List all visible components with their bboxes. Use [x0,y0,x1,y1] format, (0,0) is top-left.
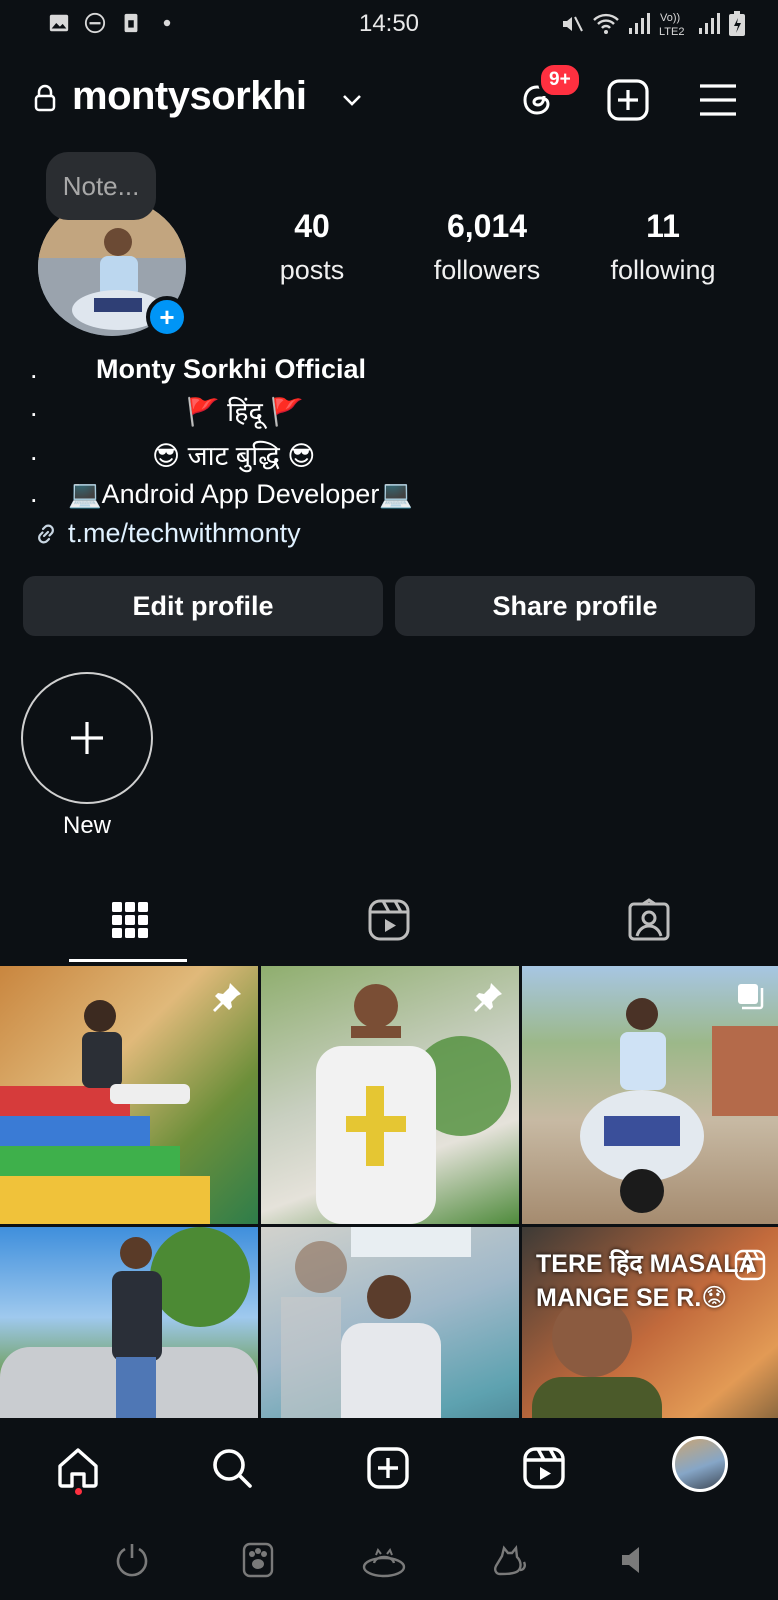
add-square-icon [607,79,649,121]
post-tile[interactable] [0,966,258,1224]
edit-profile-button[interactable]: Edit profile [23,576,383,636]
plus-icon [71,722,103,754]
new-highlight-label: New [62,812,111,839]
status-bar: 14:50 Vo)) LTE2 [0,0,778,48]
mute-icon [563,16,583,32]
stat-value: 6,014 [446,208,528,244]
reel-icon [734,1249,766,1281]
link-icon [38,524,54,543]
bio-line: . 😎 जाट बुद्धि 😎 [0,436,778,476]
notification-dot [75,1488,82,1495]
cat-button[interactable] [488,1538,532,1582]
bio-line: . 💻Android App Developer💻 [0,478,778,518]
tab-posts-grid[interactable] [0,878,259,962]
post-tile[interactable] [522,966,778,1224]
add-square-icon [367,1447,409,1489]
menu-button[interactable] [694,76,742,124]
nav-create[interactable] [364,1444,412,1492]
create-post-button[interactable] [604,76,652,124]
profile-tabs [0,878,778,964]
bio-link[interactable]: t.me/techwithmonty [32,518,301,549]
note-bubble[interactable]: Note... [46,152,156,220]
cat-bed-icon [362,1547,406,1578]
nav-home[interactable] [54,1444,102,1492]
bio-line: . 🚩 हिंदू 🚩 [0,392,778,432]
post-caption-overlay: TERE हिंद MASALA MANGE SE R.😟 [536,1247,757,1315]
posts-count[interactable]: 40 posts [232,208,392,286]
lock-icon [34,84,56,112]
bio-dot: . [30,478,38,508]
following-count[interactable]: 11 following [583,208,743,286]
wifi-icon [593,13,619,34]
post-tile[interactable]: TERE हिंद MASALA MANGE SE R.😟 [522,1227,778,1418]
post-photo [0,1227,258,1418]
nav-search[interactable] [208,1444,256,1492]
grid-icon [111,902,148,938]
bio-line: . Monty Sorkhi Official [0,354,778,394]
bio-dot: . [30,354,38,384]
stat-value: 40 [294,208,330,244]
svg-text:LTE2: LTE2 [659,26,684,38]
bio-text: 😎 जाट बुद्धि 😎 [152,441,316,471]
tab-tagged[interactable] [519,878,778,962]
caption-line: MANGE SE R.😟 [536,1284,728,1312]
post-tile[interactable] [0,1227,258,1418]
username[interactable]: montysorkhi [72,74,307,119]
post-photo [281,1227,471,1418]
reels-icon [368,899,409,941]
bio-text: 🚩 हिंदू 🚩 [186,397,304,427]
multi-photo-icon [738,984,764,1010]
bio-dot: . [30,436,38,466]
search-icon [213,1449,252,1488]
new-highlight-button[interactable] [21,672,153,804]
profile-header: montysorkhi 9+ [0,62,778,130]
pin-icon [213,983,241,1012]
post-tile[interactable] [261,1227,519,1418]
tagged-icon [628,898,669,941]
link-text[interactable]: t.me/techwithmonty [68,518,301,549]
cat-bed-button[interactable] [362,1538,406,1582]
nav-profile-avatar[interactable] [672,1436,728,1492]
volte-icon: Vo)) LTE2 [659,12,684,38]
home-icon [58,1448,98,1488]
pin-icon [474,983,502,1012]
bio-text: 💻Android App Developer💻 [68,479,413,509]
notification-badge: 9+ [538,62,582,98]
add-story-button[interactable]: + [146,296,188,338]
volume-button[interactable] [614,1538,658,1582]
posts-grid: TERE हिंद MASALA MANGE SE R.😟 [0,966,778,1418]
nav-reels[interactable] [520,1444,568,1492]
power-button[interactable] [110,1538,154,1582]
followers-count[interactable]: 6,014 followers [407,208,567,286]
paw-button[interactable] [236,1538,280,1582]
paw-icon [242,1542,274,1578]
signal-icon [699,13,720,34]
chevron-down-icon[interactable] [340,88,364,112]
caption-line: TERE हिंद MASALA [536,1250,757,1278]
stat-value: 11 [646,208,680,244]
share-profile-button[interactable]: Share profile [395,576,755,636]
hamburger-menu-icon [700,84,736,116]
battery-icon [729,11,745,36]
power-icon [116,1544,148,1577]
reels-icon [523,1447,565,1489]
signal-icon [629,13,650,34]
stat-label: followers [433,255,541,285]
tab-reels[interactable] [259,878,518,962]
stat-label: posts [279,255,345,285]
cat-icon [494,1544,526,1576]
display-name: Monty Sorkhi Official [96,354,367,384]
svg-text:Vo)): Vo)) [660,12,680,24]
volume-icon [622,1547,639,1573]
bottom-navigation [0,1418,778,1518]
stat-label: following [610,255,716,285]
active-tab-indicator [69,959,187,962]
post-tile[interactable] [261,966,519,1224]
system-navigation-bar [0,1518,778,1600]
bio-dot: . [30,392,38,422]
